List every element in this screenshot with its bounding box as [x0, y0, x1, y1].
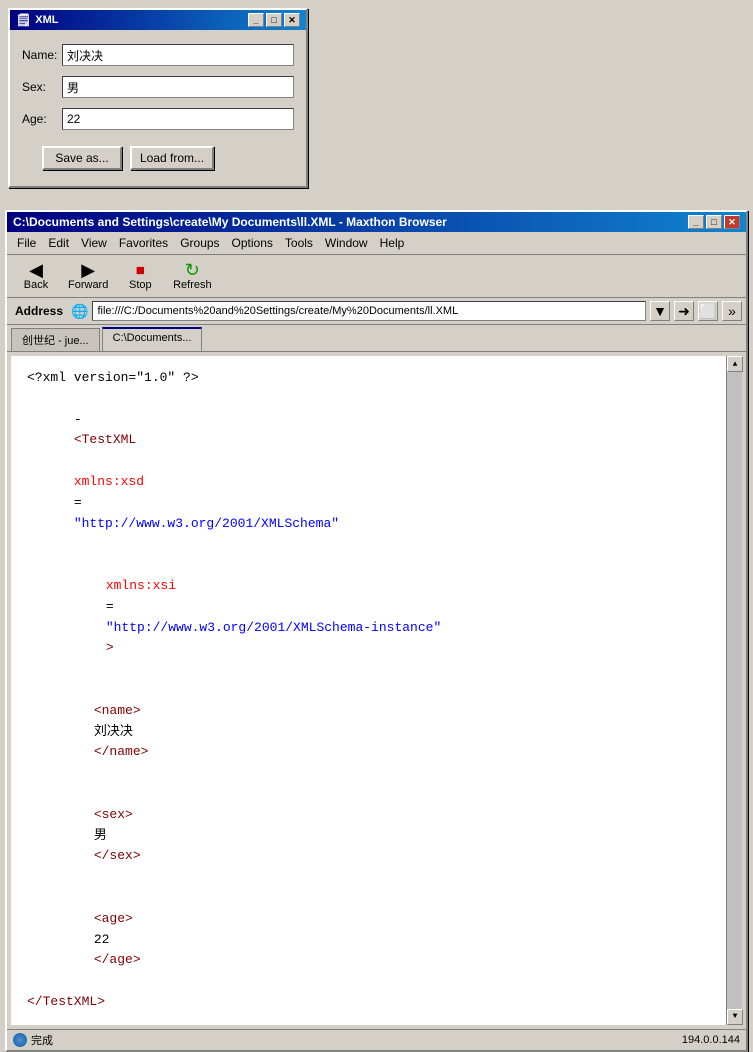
address-dropdown-button[interactable]: ▼ — [650, 301, 670, 321]
xml-dialog: 🗒 XML _ □ ✕ Name: Sex: Age: Save as... L… — [8, 8, 308, 188]
refresh-button[interactable]: ↻ Refresh — [167, 258, 217, 294]
name-row: Name: — [22, 44, 294, 66]
xml-minus-sign: - — [74, 412, 82, 427]
xml-content-line5: <sex> 男 </sex> — [27, 784, 726, 888]
address-label: Address — [11, 304, 67, 318]
back-icon: ◀ — [29, 261, 43, 279]
xml-attr-xsi: xmlns:xsi — [106, 578, 176, 593]
minimize-button[interactable]: _ — [248, 13, 264, 27]
menu-groups[interactable]: Groups — [174, 234, 225, 252]
scroll-down-arrow[interactable]: ▼ — [727, 1009, 743, 1025]
sex-row: Sex: — [22, 76, 294, 98]
xml-age-value: 22 — [94, 932, 110, 947]
xml-content-line4: <name> 刘决决 </name> — [27, 680, 726, 784]
xml-content-line7: </TestXML> — [27, 992, 726, 1013]
refresh-icon: ↻ — [185, 261, 200, 279]
xml-age-close: </age> — [94, 952, 141, 967]
age-row: Age: — [22, 108, 294, 130]
back-button[interactable]: ◀ Back — [11, 258, 61, 294]
tab-chuangshiji[interactable]: 创世纪 - jue... — [11, 328, 100, 351]
status-ip: 194.0.0.144 — [682, 1034, 740, 1046]
scroll-up-arrow[interactable]: ▲ — [727, 356, 743, 372]
maximize-button[interactable]: □ — [266, 13, 282, 27]
browser-close-button[interactable]: ✕ — [724, 215, 740, 229]
browser-window: C:\Documents and Settings\create\My Docu… — [5, 210, 748, 1052]
address-go-button[interactable]: ➜ — [674, 301, 694, 321]
stop-button[interactable]: ⏹ Stop — [115, 258, 165, 294]
menu-window[interactable]: Window — [319, 234, 374, 252]
xml-sex-value: 男 — [94, 828, 107, 843]
xml-content-line2: - <TestXML xmlns:xsd = "http://www.w3.or… — [27, 389, 726, 555]
browser-minimize-button[interactable]: _ — [688, 215, 704, 229]
xml-tag-testxml: <TestXML — [74, 432, 136, 447]
menu-help[interactable]: Help — [374, 234, 411, 252]
status-left: 完成 — [13, 1032, 53, 1048]
forward-button[interactable]: ▶ Forward — [63, 258, 113, 294]
menu-options[interactable]: Options — [226, 234, 279, 252]
stop-label: Stop — [129, 279, 152, 291]
xml-eq2: = — [106, 599, 114, 614]
menu-favorites[interactable]: Favorites — [113, 234, 174, 252]
globe-icon — [13, 1033, 27, 1047]
xml-tag-close: > — [106, 640, 114, 655]
menubar: File Edit View Favorites Groups Options … — [7, 232, 746, 255]
xml-content-line6: <age> 22 </age> — [27, 888, 726, 992]
name-input[interactable] — [62, 44, 294, 66]
forward-label: Forward — [68, 279, 108, 291]
menu-file[interactable]: File — [11, 234, 42, 252]
xml-title-text: XML — [35, 14, 58, 26]
xml-space1 — [74, 453, 82, 468]
scrollbar-right[interactable]: ▲ ▼ — [726, 356, 742, 1025]
forward-icon: ▶ — [81, 261, 95, 279]
xml-name-close: </name> — [94, 744, 149, 759]
xml-name-open: <name> — [94, 703, 141, 718]
load-from-button[interactable]: Load from... — [130, 146, 214, 170]
back-label: Back — [24, 279, 48, 291]
age-input[interactable] — [62, 108, 294, 130]
xml-sex-open: <sex> — [94, 807, 133, 822]
xml-age-open: <age> — [94, 911, 133, 926]
stop-icon: ⏹ — [136, 261, 145, 279]
browser-window-controls: _ □ ✕ — [688, 215, 740, 229]
browser-toolbar: ◀ Back ▶ Forward ⏹ Stop ↻ Refresh — [7, 255, 746, 298]
name-label: Name: — [22, 48, 62, 62]
address-more-button[interactable]: » — [722, 301, 742, 321]
menu-edit[interactable]: Edit — [42, 234, 75, 252]
tab-documents[interactable]: C:\Documents... — [102, 327, 203, 351]
xml-sex-close: </sex> — [94, 848, 141, 863]
sex-input[interactable] — [62, 76, 294, 98]
xml-content-line1: <?xml version="1.0" ?> — [27, 368, 726, 389]
xml-name-value: 刘决决 — [94, 724, 133, 739]
xml-attr-xsi-value: "http://www.w3.org/2001/XMLSchema-instan… — [106, 620, 441, 635]
age-label: Age: — [22, 112, 62, 126]
status-text: 完成 — [31, 1032, 53, 1048]
address-page-icon: 🌐 — [71, 303, 88, 320]
close-button[interactable]: ✕ — [284, 13, 300, 27]
scroll-track[interactable] — [727, 372, 742, 1009]
xml-icon: 🗒 — [16, 13, 31, 27]
browser-titlebar: C:\Documents and Settings\create\My Docu… — [7, 212, 746, 232]
address-input[interactable] — [92, 301, 646, 321]
xml-attr-xsd-value: "http://www.w3.org/2001/XMLSchema" — [74, 516, 339, 531]
xml-titlebar: 🗒 XML _ □ ✕ — [10, 10, 306, 30]
save-as-button[interactable]: Save as... — [42, 146, 122, 170]
xml-attr-xsd: xmlns:xsd — [74, 474, 144, 489]
menu-view[interactable]: View — [75, 234, 113, 252]
browser-statusbar: 完成 194.0.0.144 — [7, 1029, 746, 1050]
xml-window-controls: _ □ ✕ — [248, 13, 300, 27]
xml-form-body: Name: Sex: Age: Save as... Load from... — [10, 30, 306, 186]
address-extra-button[interactable]: ⬜ — [698, 301, 718, 321]
xml-title-group: 🗒 XML — [16, 13, 58, 27]
browser-content: <?xml version="1.0" ?> - <TestXML xmlns:… — [11, 356, 742, 1025]
xml-eq1: = — [74, 495, 82, 510]
address-bar: Address 🌐 ▼ ➜ ⬜ » — [7, 298, 746, 325]
refresh-label: Refresh — [173, 279, 212, 291]
browser-tabs: 创世纪 - jue... C:\Documents... — [7, 325, 746, 352]
browser-maximize-button[interactable]: □ — [706, 215, 722, 229]
form-buttons: Save as... Load from... — [22, 140, 294, 174]
xml-content-line3: xmlns:xsi = "http://www.w3.org/2001/XMLS… — [27, 555, 726, 680]
browser-title-text: C:\Documents and Settings\create\My Docu… — [13, 215, 447, 229]
menu-tools[interactable]: Tools — [279, 234, 319, 252]
sex-label: Sex: — [22, 80, 62, 94]
